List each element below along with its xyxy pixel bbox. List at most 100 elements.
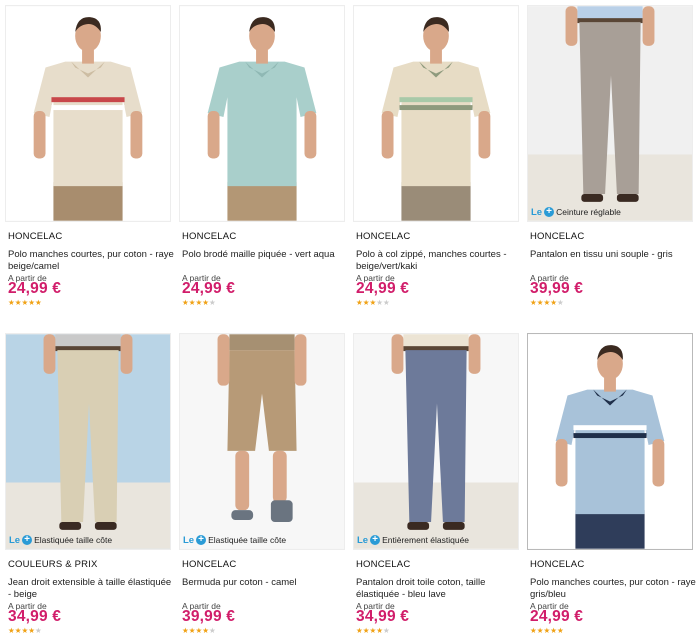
product-image[interactable] bbox=[179, 5, 345, 222]
star-icon: ★ bbox=[382, 626, 390, 635]
star-icon: ★ bbox=[202, 298, 209, 307]
star-icon: ★ bbox=[182, 626, 189, 635]
product-photo bbox=[528, 6, 692, 221]
product-brand: HONCELAC bbox=[8, 231, 63, 242]
rating-stars: ★★★★★ bbox=[8, 627, 42, 635]
product-brand: HONCELAC bbox=[356, 231, 411, 242]
badge-text: Entièrement élastiquée bbox=[382, 535, 470, 545]
badge-text: Elastiquée taille côte bbox=[34, 535, 113, 545]
product-card[interactable]: HONCELAC Polo manches courtes, pur coton… bbox=[527, 333, 696, 635]
product-title[interactable]: Polo manches courtes, pur coton - raye b… bbox=[8, 249, 176, 273]
star-icon: ★ bbox=[550, 626, 557, 635]
product-card[interactable]: HONCELAC Polo manches courtes, pur coton… bbox=[5, 5, 174, 307]
plus-icon: + bbox=[544, 207, 555, 217]
rating-stars: ★★★★★ bbox=[530, 627, 564, 635]
product-price: 24,99 € bbox=[530, 608, 584, 625]
stripe-shape bbox=[51, 105, 125, 111]
shirt-shape bbox=[577, 6, 643, 21]
product-brand: HONCELAC bbox=[182, 559, 237, 570]
product-card[interactable]: HONCELAC Polo brodé maille piquée - vert… bbox=[179, 5, 347, 307]
star-icon: ★ bbox=[208, 298, 216, 307]
product-title[interactable]: Pantalon en tissu uni souple - gris bbox=[530, 249, 698, 261]
product-card[interactable]: HONCELAC Polo à col zippé, manches court… bbox=[353, 5, 521, 307]
star-icon: ★ bbox=[182, 298, 189, 307]
product-image[interactable] bbox=[353, 5, 519, 222]
product-price: 24,99 € bbox=[356, 280, 410, 297]
product-photo bbox=[6, 334, 170, 549]
rating-stars: ★★★★★ bbox=[356, 627, 390, 635]
product-price: 24,99 € bbox=[8, 280, 62, 297]
shoe-shape bbox=[270, 500, 293, 523]
product-brand: HONCELAC bbox=[356, 559, 411, 570]
badge-text: Elastiquée taille côte bbox=[208, 535, 287, 545]
badge-le-label: Le bbox=[357, 534, 369, 546]
product-price: 39,99 € bbox=[530, 280, 584, 297]
product-card[interactable]: Le + Entièrement élastiquée HONCELAC Pan… bbox=[353, 333, 521, 635]
product-card[interactable]: Le + Elastiquée taille côte HONCELAC Ber… bbox=[179, 333, 347, 635]
star-icon: ★ bbox=[208, 626, 216, 635]
star-icon: ★ bbox=[556, 298, 564, 307]
star-icon: ★ bbox=[376, 298, 383, 307]
shirt-shape bbox=[403, 334, 469, 349]
shoe-shape bbox=[442, 522, 465, 530]
product-card[interactable]: Le + Elastiquée taille côte COULEURS & P… bbox=[5, 333, 173, 635]
star-icon: ★ bbox=[8, 626, 15, 635]
star-icon: ★ bbox=[202, 626, 209, 635]
product-price: 24,99 € bbox=[182, 280, 236, 297]
star-icon: ★ bbox=[550, 298, 557, 307]
pants-shape bbox=[575, 510, 645, 549]
rating-stars: ★★★★★ bbox=[356, 299, 390, 307]
product-image[interactable] bbox=[5, 5, 171, 222]
product-brand: HONCELAC bbox=[182, 231, 237, 242]
shirt-shape bbox=[229, 334, 295, 351]
pants-shape bbox=[227, 182, 297, 221]
product-brand: HONCELAC bbox=[530, 231, 585, 242]
star-icon: ★ bbox=[530, 298, 537, 307]
product-image[interactable]: Le + Ceinture réglable bbox=[527, 5, 693, 222]
product-brand: COULEURS & PRIX bbox=[8, 559, 98, 570]
star-icon: ★ bbox=[28, 298, 35, 307]
product-price: 34,99 € bbox=[8, 608, 62, 625]
product-photo bbox=[354, 334, 518, 549]
plus-icon: + bbox=[22, 535, 33, 545]
stripe-shape bbox=[399, 97, 473, 103]
product-price: 39,99 € bbox=[182, 608, 236, 625]
rating-stars: ★★★★★ bbox=[530, 299, 564, 307]
stripe-shape bbox=[573, 425, 647, 431]
shoe-shape bbox=[407, 522, 430, 530]
shoe-shape bbox=[616, 194, 639, 202]
plus-icon: + bbox=[370, 535, 381, 545]
product-image[interactable]: Le + Elastiquée taille côte bbox=[179, 333, 345, 550]
product-image[interactable]: Le + Entièrement élastiquée bbox=[353, 333, 519, 550]
shoe-shape bbox=[59, 522, 82, 530]
star-icon: ★ bbox=[28, 626, 35, 635]
product-title[interactable]: Polo à col zippé, manches courtes - beig… bbox=[356, 249, 524, 273]
star-icon: ★ bbox=[530, 626, 537, 635]
product-photo bbox=[180, 334, 344, 549]
rating-stars: ★★★★★ bbox=[182, 627, 216, 635]
product-card[interactable]: Le + Ceinture réglable HONCELAC Pantalon… bbox=[527, 5, 695, 307]
star-icon: ★ bbox=[34, 298, 42, 307]
product-title[interactable]: Jean droit extensible à taille élastiqué… bbox=[8, 577, 176, 601]
pants-shape bbox=[53, 182, 123, 221]
product-price: 34,99 € bbox=[356, 608, 410, 625]
feature-badge: Le + Elastiquée taille côte bbox=[183, 533, 286, 547]
stripe-shape bbox=[51, 97, 125, 103]
product-image[interactable] bbox=[527, 333, 693, 550]
feature-badge: Le + Ceinture réglable bbox=[531, 205, 621, 219]
product-title[interactable]: Polo manches courtes, pur coton - raye g… bbox=[530, 577, 698, 601]
stripe-shape bbox=[399, 105, 473, 111]
feature-badge: Le + Entièrement élastiquée bbox=[357, 533, 469, 547]
pants-shape bbox=[401, 182, 471, 221]
shirt-shape bbox=[55, 334, 121, 349]
product-title[interactable]: Polo brodé maille piquée - vert aqua bbox=[182, 249, 350, 261]
badge-le-label: Le bbox=[183, 534, 195, 546]
product-photo bbox=[6, 6, 170, 221]
product-title[interactable]: Pantalon droit toile coton, taille élast… bbox=[356, 577, 524, 601]
product-photo bbox=[528, 334, 692, 549]
plus-icon: + bbox=[196, 535, 207, 545]
product-photo bbox=[180, 6, 344, 221]
product-image[interactable]: Le + Elastiquée taille côte bbox=[5, 333, 171, 550]
product-title[interactable]: Bermuda pur coton - camel bbox=[182, 577, 350, 589]
shoe-shape bbox=[581, 194, 604, 202]
